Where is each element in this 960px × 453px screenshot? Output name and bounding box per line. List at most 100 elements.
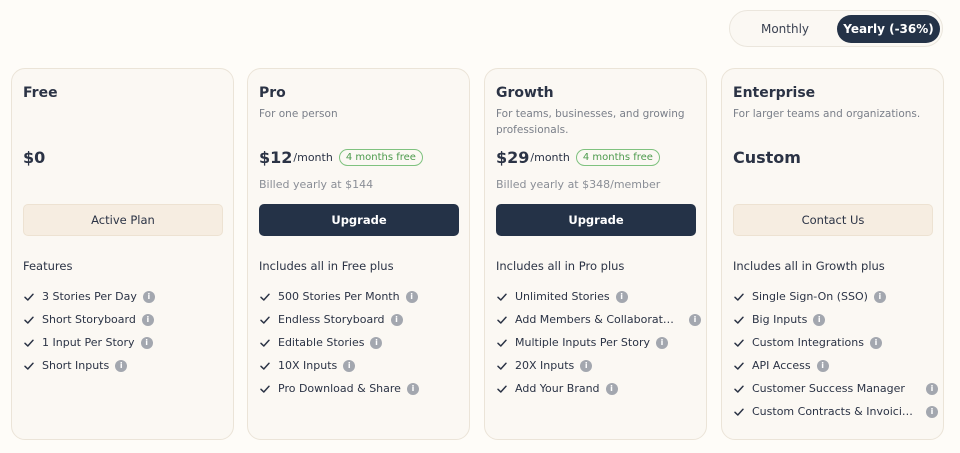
info-icon[interactable]: i — [142, 290, 155, 303]
info-icon[interactable]: i — [390, 313, 403, 326]
check-icon — [260, 385, 270, 393]
feature-item: 3 Stories Per Day i — [23, 285, 228, 308]
feature-label: 10X Inputs — [278, 359, 338, 372]
plan-name: Pro — [259, 85, 286, 101]
feature-item: Custom Integrations i — [733, 331, 938, 354]
plan-description: For teams, businesses, and growing profe… — [496, 108, 685, 136]
plan-name: Enterprise — [733, 85, 816, 101]
feature-label: Custom Integrations — [752, 336, 864, 349]
check-icon — [734, 408, 744, 416]
check-icon — [497, 316, 507, 324]
feature-label: Add Your Brand — [515, 382, 600, 395]
feature-item: 500 Stories Per Month i — [259, 285, 464, 308]
feature-item: Big Inputs i — [733, 308, 938, 331]
info-icon[interactable]: i — [816, 359, 829, 372]
info-icon[interactable]: i — [140, 336, 153, 349]
feature-item: Pro Download & Share i — [259, 377, 464, 400]
check-icon — [260, 339, 270, 347]
feature-label: Multiple Inputs Per Story — [515, 336, 650, 349]
price-amount: $12 — [259, 147, 293, 167]
feature-label: Pro Download & Share — [278, 382, 401, 395]
discount-badge: 4 months free — [575, 148, 660, 166]
feature-label: 20X Inputs — [515, 359, 575, 372]
contact-us-button[interactable]: Contact Us — [733, 204, 933, 236]
plan-price: $12/month 4 months free — [259, 147, 423, 167]
active-plan-button[interactable]: Active Plan — [23, 204, 223, 236]
feature-label: 3 Stories Per Day — [42, 290, 137, 303]
info-icon[interactable]: i — [605, 382, 618, 395]
plan-price: $0 — [23, 147, 45, 167]
yearly-toggle-option[interactable]: Yearly (-36%) — [837, 15, 940, 43]
feature-item: 20X Inputs i — [496, 354, 701, 377]
feature-item: Unlimited Stories i — [496, 285, 701, 308]
check-icon — [734, 385, 744, 393]
check-icon — [734, 316, 744, 324]
feature-item: Add Your Brand i — [496, 377, 701, 400]
feature-item: Custom Contracts & Invoicing i — [733, 400, 938, 423]
check-icon — [24, 362, 34, 370]
plan-card-enterprise: Enterprise For larger teams and organiza… — [721, 68, 944, 440]
feature-label: 500 Stories Per Month — [278, 290, 400, 303]
check-icon — [24, 339, 34, 347]
monthly-toggle-option[interactable]: Monthly — [738, 15, 832, 43]
feature-list: 500 Stories Per Month i Endless Storyboar… — [259, 285, 464, 400]
discount-badge: 4 months free — [338, 148, 423, 166]
check-icon — [497, 362, 507, 370]
info-icon[interactable]: i — [813, 313, 826, 326]
check-icon — [734, 293, 744, 301]
features-heading: Includes all in Pro plus — [496, 259, 625, 273]
upgrade-button[interactable]: Upgrade — [259, 204, 459, 236]
upgrade-button[interactable]: Upgrade — [496, 204, 696, 236]
feature-label: 1 Input Per Story — [42, 336, 135, 349]
plan-card-pro: Pro For one person $12/month 4 months fre… — [247, 68, 470, 440]
feature-label: Editable Stories — [278, 336, 365, 349]
feature-item: 10X Inputs i — [259, 354, 464, 377]
feature-label: Custom Contracts & Invoicing — [752, 405, 915, 418]
features-heading: Includes all in Growth plus — [733, 259, 885, 273]
price-amount: $29 — [496, 147, 530, 167]
plan-name: Growth — [496, 85, 554, 101]
check-icon — [734, 339, 744, 347]
info-icon[interactable]: i — [406, 382, 419, 395]
info-icon[interactable]: i — [873, 290, 886, 303]
feature-label: Customer Success Manager — [752, 382, 905, 395]
info-icon[interactable]: i — [926, 382, 938, 395]
info-icon[interactable]: i — [370, 336, 383, 349]
info-icon[interactable]: i — [926, 405, 938, 418]
plan-price: Custom — [733, 147, 801, 167]
plan-card-free: Free $0 Active Plan Features 3 Stories P… — [11, 68, 234, 440]
info-icon[interactable]: i — [115, 359, 128, 372]
check-icon — [260, 293, 270, 301]
feature-label: API Access — [752, 359, 811, 372]
feature-label: Big Inputs — [752, 313, 808, 326]
features-heading: Includes all in Free plus — [259, 259, 394, 273]
info-icon[interactable]: i — [615, 290, 628, 303]
billing-note: Billed yearly at $144 — [259, 178, 374, 191]
info-icon[interactable]: i — [869, 336, 882, 349]
info-icon[interactable]: i — [343, 359, 356, 372]
check-icon — [260, 316, 270, 324]
feature-label: Short Storyboard — [42, 313, 136, 326]
feature-label: Single Sign-On (SSO) — [752, 290, 868, 303]
feature-list: Unlimited Stories i Add Members & Collabo… — [496, 285, 701, 400]
feature-label: Short Inputs — [42, 359, 110, 372]
check-icon — [260, 362, 270, 370]
price-period: /month — [530, 150, 570, 164]
info-icon[interactable]: i — [580, 359, 593, 372]
features-heading: Features — [23, 259, 73, 273]
feature-label: Add Members & Collaborators — [515, 313, 678, 326]
info-icon[interactable]: i — [689, 313, 701, 326]
feature-item: Short Inputs i — [23, 354, 228, 377]
check-icon — [497, 385, 507, 393]
info-icon[interactable]: i — [656, 336, 668, 349]
check-icon — [24, 316, 34, 324]
check-icon — [497, 293, 507, 301]
check-icon — [24, 293, 34, 301]
info-icon[interactable]: i — [405, 290, 418, 303]
info-icon[interactable]: i — [141, 313, 154, 326]
billing-toggle: Monthly Yearly (-36%) — [729, 10, 943, 47]
price-period: /month — [293, 150, 333, 164]
feature-item: Endless Storyboard i — [259, 308, 464, 331]
billing-note: Billed yearly at $348/member — [496, 178, 661, 191]
feature-item: 1 Input Per Story i — [23, 331, 228, 354]
